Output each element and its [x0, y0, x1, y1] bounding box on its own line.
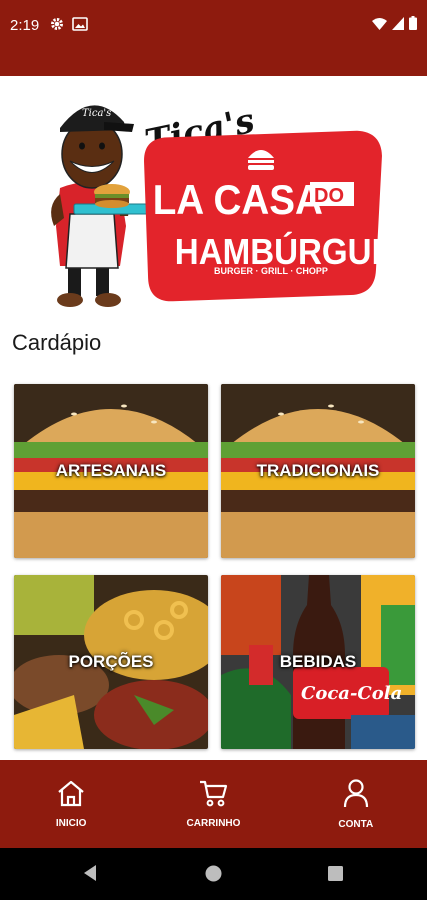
gear-icon: [50, 17, 64, 36]
menu-tile-label: BEBIDAS: [279, 652, 357, 671]
nav-label: CARRINHO: [186, 818, 241, 829]
menu-tile-label: TRADICIONAIS: [256, 461, 380, 480]
status-time: 2:19: [10, 17, 40, 34]
menu-tile-label: PORÇÕES: [68, 652, 154, 671]
back-icon[interactable]: [82, 864, 98, 887]
battery-icon: [409, 16, 417, 35]
logo-tagline: BURGER · GRILL · CHOPP: [214, 266, 328, 276]
home-circle-icon[interactable]: [205, 865, 222, 887]
user-icon: [341, 778, 371, 813]
nav-carrinho[interactable]: CARRINHO: [163, 779, 263, 829]
menu-tile-tradicionais[interactable]: TRADICIONAIS: [221, 384, 415, 558]
svg-text:Coca-Cola: Coca-Cola: [301, 683, 402, 704]
menu-tile-bebidas[interactable]: Coca-Cola BEBIDAS: [221, 575, 415, 749]
logo-line1: LA CASA: [153, 175, 323, 223]
restaurant-logo: Tica's Tica's LA CASA DO HAMBÚRGUER BURG…: [0, 76, 427, 320]
signal-icon: [392, 16, 404, 35]
logo-do: DO: [314, 185, 344, 207]
nav-inicio[interactable]: INICIO: [21, 779, 121, 829]
home-icon: [56, 779, 86, 812]
menu-tile-porcoes[interactable]: PORÇÕES: [14, 575, 208, 749]
cart-icon: [198, 779, 228, 812]
section-title: Cardápio: [12, 330, 102, 355]
bottom-navigation: INICIO CARRINHO CONTA: [0, 760, 427, 848]
nav-label: CONTA: [338, 819, 374, 830]
logo-artwork: Tica's Tica's LA CASA DO HAMBÚRGUER BURG…: [51, 101, 418, 307]
system-navigation-bar: [0, 848, 427, 900]
image-icon: [72, 17, 88, 36]
nav-conta[interactable]: CONTA: [306, 778, 406, 830]
cap-text: Tica's: [82, 108, 111, 119]
wifi-icon: [372, 17, 387, 35]
menu-tile-label: ARTESANAIS: [55, 461, 167, 480]
recents-icon[interactable]: [328, 866, 343, 886]
status-bar: 2:19: [0, 0, 427, 76]
menu-tile-artesanais[interactable]: ARTESANAIS: [14, 384, 208, 558]
mascot-illustration: Tica's: [51, 105, 151, 307]
nav-label: INICIO: [55, 818, 87, 829]
